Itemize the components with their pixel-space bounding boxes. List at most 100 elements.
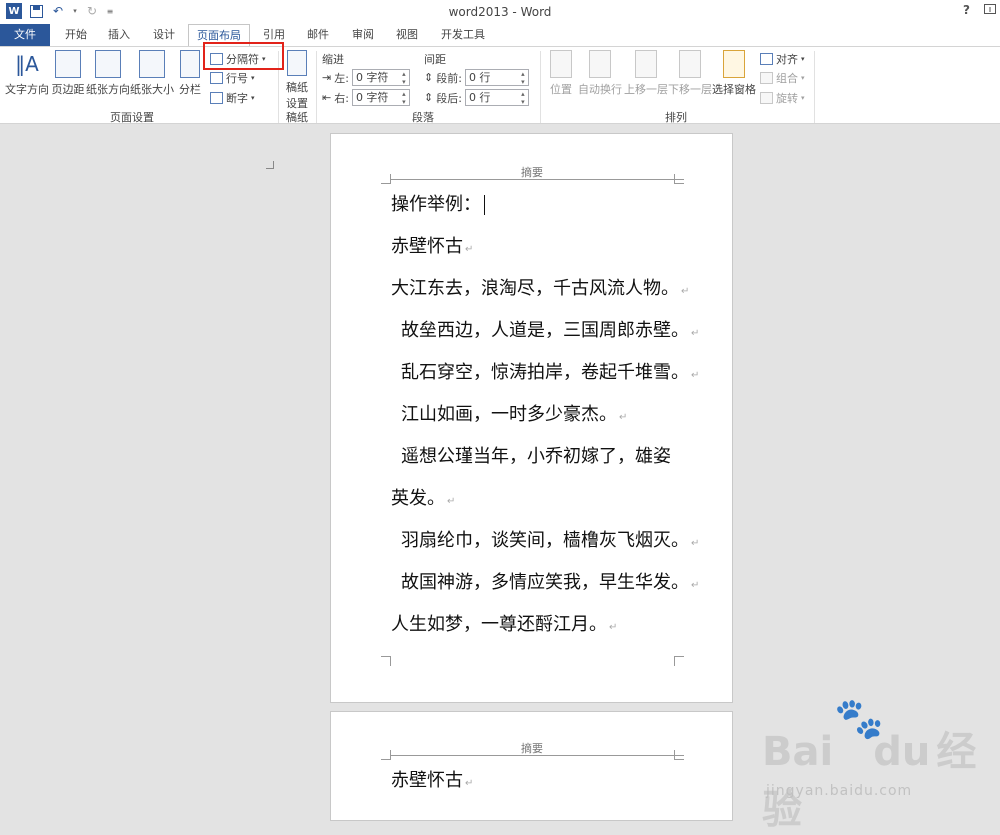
ribbon: ‖A 文字方向 页边距 纸张方向 纸张大小 分栏 分隔符 ▾ 行号 ▾ 断字 ▾…	[0, 46, 1000, 169]
doc-line[interactable]: 操作举例：	[391, 193, 485, 217]
group-label: 组合	[776, 72, 798, 85]
align-button[interactable]: 对齐 ▾	[760, 51, 805, 67]
page-setup-group-label: 页面设置	[110, 111, 154, 124]
tab-insert[interactable]: 插入	[101, 24, 137, 46]
send-backward-icon	[679, 50, 701, 78]
spacing-before-input[interactable]: 0 行	[464, 69, 529, 86]
group-divider	[316, 51, 317, 123]
text-direction-label: 文字方向	[5, 83, 49, 96]
spacing-after-label: 段后:	[436, 91, 462, 105]
tab-developer[interactable]: 开发工具	[433, 24, 493, 46]
text-direction-button[interactable]: ‖A 文字方向	[4, 50, 50, 97]
manuscript-settings-button[interactable]: 稿纸 设置	[283, 50, 311, 111]
doc-line[interactable]: 人生如梦，一尊还酹江月。 ↵	[391, 613, 617, 640]
chevron-down-icon: ▾	[801, 94, 805, 102]
wrap-text-icon	[589, 50, 611, 78]
margin-corner	[674, 174, 684, 184]
selection-pane-icon	[723, 50, 745, 78]
watermark-url: jingyan.baidu.com	[766, 783, 913, 799]
group-divider	[540, 51, 541, 123]
right-indent-label: 右:	[334, 91, 349, 105]
paragraph-group-label: 段落	[412, 111, 434, 124]
page-header-text[interactable]: 摘要	[521, 740, 543, 756]
wrap-text-label: 自动换行	[578, 83, 622, 96]
doc-line[interactable]: 英发。 ↵	[391, 487, 455, 514]
rotate-button[interactable]: 旋转 ▾	[760, 90, 805, 106]
manuscript-icon	[287, 50, 307, 76]
help-button[interactable]: ?	[963, 3, 970, 17]
ribbon-tabs: 文件 开始 插入 设计 页面布局 引用 邮件 审阅 视图 开发工具	[0, 24, 1000, 47]
doc-line[interactable]: 故垒西边，人道是，三国周郎赤壁。 ↵	[401, 319, 699, 346]
title-bar: W ↶ ▾ ↻ ≡ word2013 - Word ?	[0, 0, 1000, 24]
text-cursor	[484, 195, 485, 215]
document-page-2[interactable]: 摘要 赤壁怀古 ↵	[330, 711, 733, 821]
doc-line[interactable]: 赤壁怀古 ↵	[391, 235, 473, 262]
spacing-header: 间距	[424, 53, 446, 66]
doc-line[interactable]: 赤壁怀古 ↵	[391, 769, 473, 796]
window-title: word2013 - Word	[448, 5, 552, 19]
spacing-before-row: ⇕ 段前: 0 行	[424, 69, 529, 86]
doc-line[interactable]: 羽扇纶巾，谈笑间，樯橹灰飞烟灭。 ↵	[401, 529, 699, 556]
indent-left-icon: ⇥	[322, 71, 332, 84]
position-button[interactable]: 位置	[546, 50, 576, 97]
tab-review[interactable]: 审阅	[345, 24, 381, 46]
position-label: 位置	[550, 83, 572, 96]
doc-line[interactable]: 江山如画，一时多少豪杰。 ↵	[401, 403, 627, 430]
margin-corner	[381, 656, 391, 666]
selection-pane-label: 选择窗格	[712, 83, 756, 96]
chevron-down-icon: ▾	[251, 74, 255, 82]
tab-design[interactable]: 设计	[146, 24, 182, 46]
bring-forward-button[interactable]: 上移一层	[624, 50, 668, 97]
margin-corner	[674, 750, 684, 760]
left-indent-row: ⇥ 左: 0 字符	[322, 69, 410, 86]
spacing-after-row: ⇕ 段后: 0 行	[424, 89, 529, 106]
send-backward-button[interactable]: 下移一层	[668, 50, 712, 97]
columns-button[interactable]: 分栏	[176, 50, 204, 97]
wrap-text-button[interactable]: 自动换行	[578, 50, 622, 97]
spacing-after-icon: ⇕	[424, 91, 434, 104]
indent-header: 缩进	[322, 53, 344, 66]
manuscript-group-label: 稿纸	[286, 111, 308, 124]
page-setup-launcher-icon[interactable]	[266, 161, 274, 169]
header-divider	[391, 755, 684, 756]
orientation-button[interactable]: 纸张方向	[86, 50, 130, 97]
left-indent-input[interactable]: 0 字符	[351, 69, 410, 86]
rotate-icon	[760, 92, 773, 104]
right-indent-row: ⇤ 右: 0 字符	[322, 89, 410, 106]
paper-size-icon	[139, 50, 165, 78]
spacing-before-label: 段前:	[436, 71, 462, 85]
margins-button[interactable]: 页边距	[50, 50, 86, 97]
tab-mailings[interactable]: 邮件	[300, 24, 336, 46]
doc-line[interactable]: 乱石穿空，惊涛拍岸，卷起千堆雪。 ↵	[401, 361, 699, 388]
arrange-group-label: 排列	[665, 111, 687, 124]
tab-view[interactable]: 视图	[389, 24, 425, 46]
position-icon	[550, 50, 572, 78]
bring-forward-label: 上移一层	[624, 83, 668, 96]
group-button[interactable]: 组合 ▾	[760, 70, 805, 86]
page-header-text[interactable]: 摘要	[521, 164, 543, 180]
tab-file[interactable]: 文件	[0, 24, 50, 46]
paper-size-button[interactable]: 纸张大小	[130, 50, 174, 97]
baidu-watermark: Bai du 经验 🐾 jingyan.baidu.com	[762, 695, 992, 833]
doc-line[interactable]: 大江东去，浪淘尽，千古风流人物。 ↵	[391, 277, 689, 304]
tab-home[interactable]: 开始	[58, 24, 94, 46]
doc-line[interactable]: 遥想公瑾当年，小乔初嫁了，雄姿	[401, 445, 671, 469]
paper-size-label: 纸张大小	[130, 83, 174, 96]
align-icon	[760, 53, 773, 65]
selection-pane-button[interactable]: 选择窗格	[712, 50, 756, 97]
chevron-down-icon: ▾	[801, 74, 805, 82]
left-indent-label: 左:	[334, 71, 349, 85]
paw-icon: 🐾	[834, 696, 884, 742]
line-numbers-button[interactable]: 行号 ▾	[210, 70, 255, 86]
spacing-after-input[interactable]: 0 行	[464, 89, 529, 106]
document-page-1[interactable]: 摘要 操作举例： 赤壁怀古 ↵ 大江东去，浪淘尽，千古风流人物。 ↵ 故垒西边，人道…	[330, 133, 733, 703]
orientation-icon	[95, 50, 121, 78]
hyphenation-button[interactable]: 断字 ▾	[210, 90, 255, 106]
ribbon-display-options-icon[interactable]	[984, 3, 996, 17]
doc-line[interactable]: 故国神游，多情应笑我，早生华发。 ↵	[401, 571, 699, 598]
margin-corner	[381, 174, 391, 184]
hyphenation-label: 断字	[226, 92, 248, 105]
right-indent-input[interactable]: 0 字符	[351, 89, 410, 106]
group-icon	[760, 72, 773, 84]
highlight-box	[203, 42, 284, 70]
